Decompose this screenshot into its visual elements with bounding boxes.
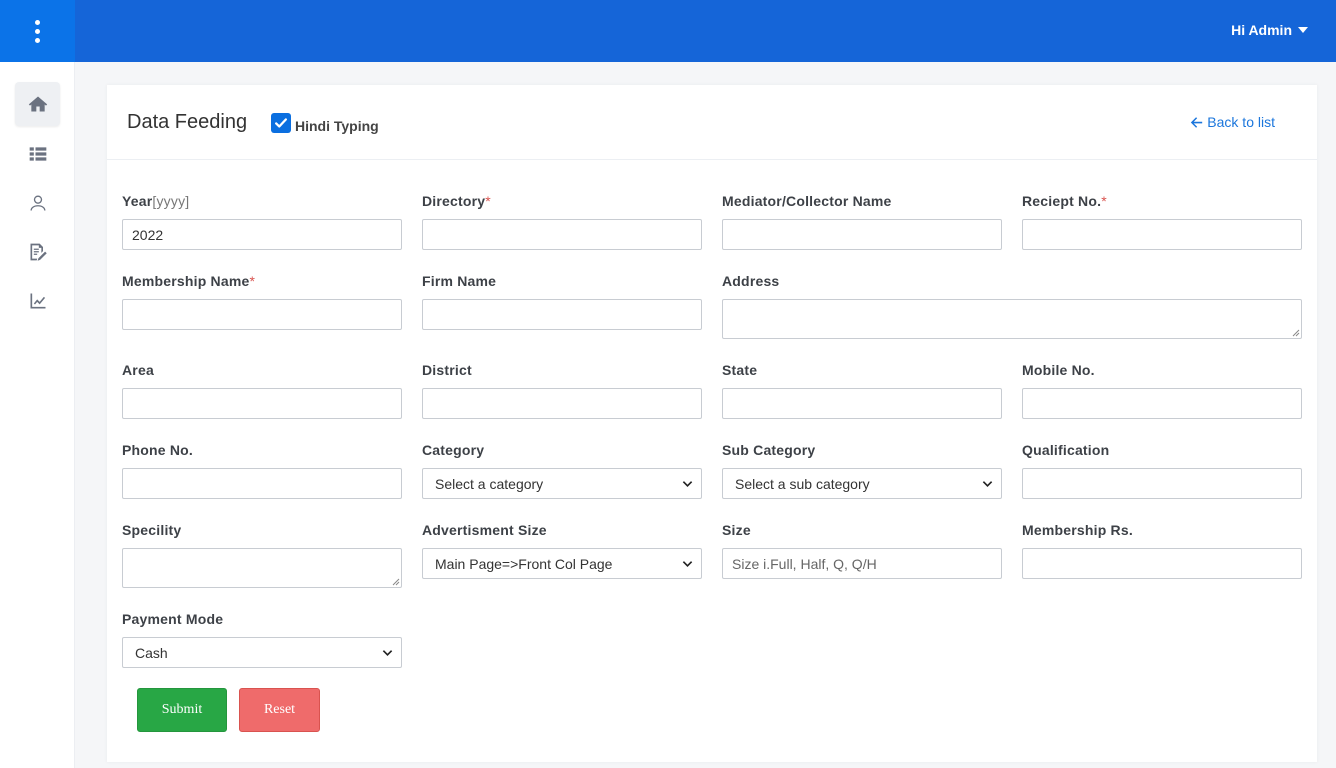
mobile-label: Mobile No.: [1022, 362, 1095, 378]
area-input[interactable]: [122, 388, 402, 419]
chevron-down-icon: [982, 481, 993, 487]
sidebar-item-home[interactable]: [15, 82, 60, 126]
hindi-typing-toggle[interactable]: Hindi Typing: [271, 112, 379, 134]
top-navbar: Hi Admin: [0, 0, 1336, 62]
directory-label: Directory*: [422, 193, 491, 209]
area-label: Area: [122, 362, 154, 378]
receipt-input[interactable]: [1022, 219, 1302, 250]
user-greeting: Hi Admin: [1231, 22, 1292, 38]
resize-handle-icon[interactable]: [392, 578, 400, 586]
sub-category-label: Sub Category: [722, 442, 816, 458]
arrow-left-icon: [1191, 116, 1203, 128]
district-label: District: [422, 362, 472, 378]
ad-size-label: Advertisment Size: [422, 522, 547, 538]
sub-category-select[interactable]: Select a sub category: [722, 468, 1002, 499]
caret-down-icon: [1298, 27, 1308, 33]
address-textarea[interactable]: [722, 299, 1302, 339]
receipt-label: Reciept No.*: [1022, 193, 1107, 209]
sidebar: [0, 62, 75, 768]
hindi-typing-checkbox[interactable]: [271, 113, 291, 133]
category-selected-value: Select a category: [435, 475, 544, 492]
state-label: State: [722, 362, 758, 378]
resize-handle-icon[interactable]: [1292, 329, 1300, 337]
ad-size-select[interactable]: Main Page=>Front Col Page: [422, 548, 702, 579]
address-label: Address: [722, 273, 780, 289]
back-to-list-label: Back to list: [1207, 114, 1275, 130]
back-to-list-link[interactable]: Back to list: [1190, 114, 1275, 130]
mobile-input[interactable]: [1022, 388, 1302, 419]
sidebar-item-table[interactable]: [15, 132, 60, 176]
sidebar-item-edit-document[interactable]: [15, 230, 60, 274]
payment-mode-selected-value: Cash: [135, 644, 168, 661]
sidebar-item-user[interactable]: [15, 181, 60, 225]
membership-name-input[interactable]: [122, 299, 402, 330]
speciality-textarea[interactable]: [122, 548, 402, 588]
card-header: Data Feeding Hindi Typing Back to list: [107, 85, 1317, 160]
submit-button[interactable]: Submit: [137, 688, 227, 732]
required-marker: *: [485, 193, 491, 209]
year-format-hint: [yyyy]: [152, 193, 190, 209]
membership-name-label: Membership Name*: [122, 273, 256, 289]
checkmark-icon: [275, 118, 287, 128]
payment-mode-select[interactable]: Cash: [122, 637, 402, 668]
chart-icon: [30, 293, 45, 309]
home-icon: [28, 96, 47, 112]
mediator-input[interactable]: [722, 219, 1002, 250]
kebab-menu-icon: [35, 18, 40, 45]
directory-input[interactable]: [422, 219, 702, 250]
year-label: Year[yyyy]: [122, 193, 190, 209]
sub-category-selected-value: Select a sub category: [735, 475, 870, 492]
chevron-down-icon: [682, 561, 693, 567]
qualification-label: Qualification: [1022, 442, 1110, 458]
user-menu-dropdown[interactable]: Hi Admin: [1231, 22, 1308, 38]
edit-document-icon: [30, 243, 47, 261]
ad-size-selected-value: Main Page=>Front Col Page: [435, 555, 613, 572]
required-marker: *: [249, 273, 256, 289]
phone-label: Phone No.: [122, 442, 194, 458]
required-marker: *: [1101, 193, 1107, 209]
reset-button[interactable]: Reset: [239, 688, 320, 732]
year-input[interactable]: 2022: [122, 219, 402, 250]
payment-mode-label: Payment Mode: [122, 611, 224, 627]
firm-name-label: Firm Name: [422, 273, 497, 289]
chevron-down-icon: [382, 650, 393, 656]
speciality-label: Specility: [122, 522, 182, 538]
table-icon: [29, 147, 46, 161]
category-label: Category: [422, 442, 485, 458]
membership-rs-label: Membership Rs.: [1022, 522, 1133, 538]
state-input[interactable]: [722, 388, 1002, 419]
chevron-down-icon: [682, 481, 693, 487]
mediator-label: Mediator/Collector Name: [722, 193, 892, 209]
hindi-typing-label: Hindi Typing: [295, 118, 379, 134]
sidebar-item-chart[interactable]: [15, 279, 60, 323]
size-label: Size: [722, 522, 751, 538]
category-select[interactable]: Select a category: [422, 468, 702, 499]
qualification-input[interactable]: [1022, 468, 1302, 499]
phone-input[interactable]: [122, 468, 402, 499]
firm-name-input[interactable]: [422, 299, 702, 330]
user-icon: [30, 195, 45, 211]
page-title: Data Feeding: [127, 111, 248, 133]
membership-rs-input[interactable]: [1022, 548, 1302, 579]
district-input[interactable]: [422, 388, 702, 419]
size-input[interactable]: Size i.Full, Half, Q, Q/H: [722, 548, 1002, 579]
menu-button[interactable]: [0, 0, 75, 62]
